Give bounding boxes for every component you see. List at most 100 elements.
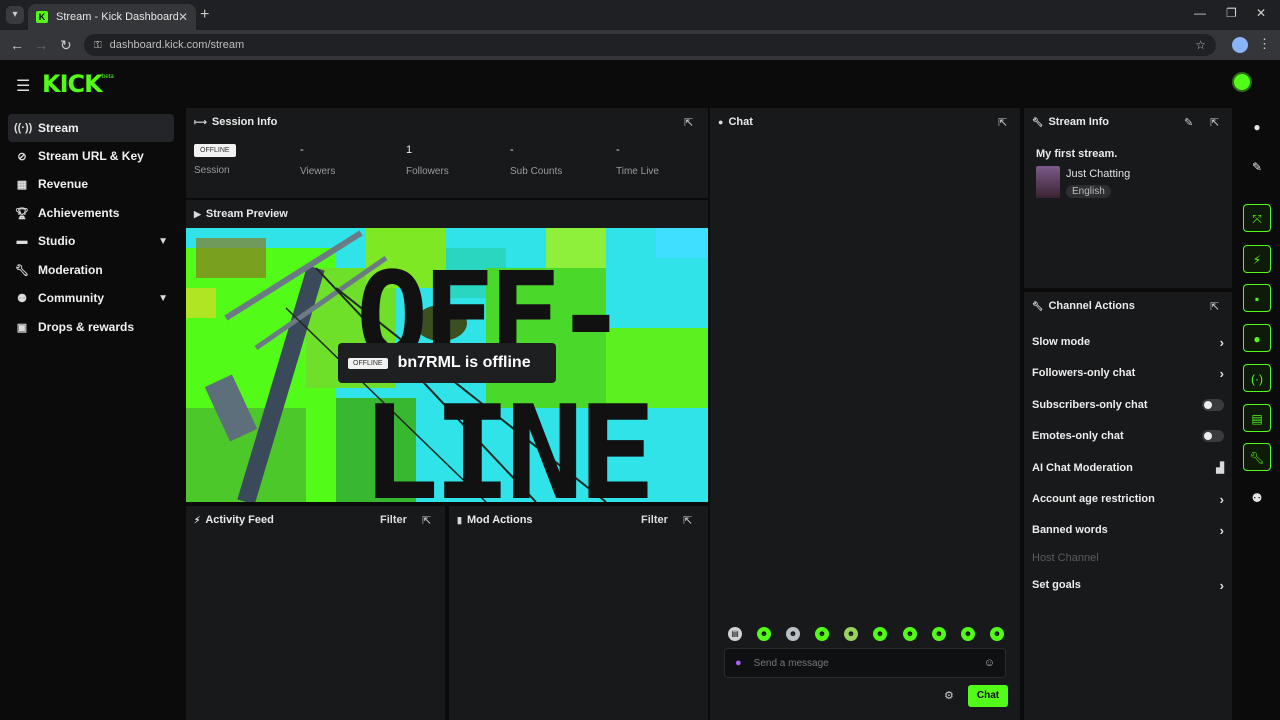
chevron-down-icon: ▼	[158, 292, 168, 304]
action-label: Host Channel	[1032, 552, 1099, 564]
emote-picker-icon[interactable]: ▤	[728, 627, 742, 641]
note-icon[interactable]: ▪	[1243, 284, 1271, 312]
panel-title: Activity Feed	[205, 514, 274, 526]
bolt-icon[interactable]: ⚡︎	[1243, 245, 1271, 273]
emote-icon[interactable]: ☻	[786, 627, 800, 641]
stat-sub-counts: - Sub Counts	[510, 144, 562, 177]
emotes-only-toggle[interactable]	[1202, 430, 1224, 442]
stream-info-panel: 🔧︎ Stream Info ✎ ⇱	[1024, 108, 1232, 288]
chevron-right-icon: ›	[1219, 491, 1224, 507]
sidebar-item-stream-url-key[interactable]: ⊘ Stream URL & Key	[8, 142, 174, 170]
action-host-channel: Host Channel	[1032, 548, 1224, 568]
wrench-icon[interactable]: 🔧︎	[1243, 443, 1271, 471]
back-icon[interactable]: ←	[10, 37, 24, 53]
studio-icon[interactable]: ▤	[1243, 404, 1271, 432]
sidebar-item-label: Achievements	[38, 206, 120, 220]
emote-icon[interactable]: ☻	[990, 627, 1004, 641]
kebab-icon[interactable]: ⋮	[1258, 36, 1271, 52]
popout-icon[interactable]: ⇱	[683, 514, 692, 527]
subscribers-only-toggle[interactable]	[1202, 399, 1224, 411]
session-icon: ⟼	[194, 116, 207, 127]
popout-icon[interactable]: ⇱	[1210, 116, 1219, 129]
gift-icon: ▣	[16, 321, 28, 334]
chat-icon[interactable]: ●	[1243, 324, 1271, 352]
browser-tab[interactable]: K Stream - Kick Dashboard ✕	[28, 4, 196, 30]
sidebar-item-stream[interactable]: ((·)) Stream	[8, 114, 174, 142]
action-label: Account age restriction	[1032, 493, 1155, 505]
url-input[interactable]: ⚿ dashboard.kick.com/stream ☆	[84, 34, 1216, 56]
trophy-icon: 🏆︎	[15, 207, 29, 220]
forward-icon[interactable]: →	[34, 37, 48, 53]
chat-send-button[interactable]: Chat	[968, 685, 1008, 707]
filter-button[interactable]: Filter	[641, 514, 668, 526]
emote-icon[interactable]: ☻	[903, 627, 917, 641]
wrench-icon: 🔧︎	[15, 264, 29, 277]
filter-button[interactable]: Filter	[380, 514, 407, 526]
kick-logo[interactable]: KICK	[42, 70, 103, 98]
kick-favicon-icon: K	[36, 11, 48, 23]
lock-icon[interactable]: ⚿	[94, 40, 102, 51]
sidebar-item-drops-rewards[interactable]: ▣ Drops & rewards	[8, 313, 174, 341]
action-account-age[interactable]: Account age restriction ›	[1032, 489, 1224, 509]
popout-icon[interactable]: ⇱	[1210, 300, 1219, 313]
raid-icon[interactable]: ⤧	[1243, 204, 1271, 232]
broadcast-icon[interactable]: (·)	[1243, 364, 1271, 392]
panel-title: Channel Actions	[1048, 300, 1135, 312]
panel-title: Chat	[728, 116, 753, 128]
pencil-icon[interactable]: ✎	[1243, 153, 1271, 181]
tab-list-icon[interactable]: ▾	[6, 6, 24, 24]
info-icon[interactable]: ●	[1243, 113, 1271, 141]
panel-title: Mod Actions	[466, 514, 533, 526]
sidebar-item-label: Community	[38, 291, 104, 305]
action-banned-words[interactable]: Banned words ›	[1032, 520, 1224, 540]
sidebar-item-moderation[interactable]: 🔧︎ Moderation	[8, 256, 174, 284]
community-icon: ⚉	[17, 292, 27, 305]
emote-icon[interactable]: ☻	[844, 627, 858, 641]
panel-title: Session Info	[211, 116, 278, 128]
minimize-icon[interactable]: —	[1194, 6, 1206, 20]
emote-icon[interactable]: ☻	[757, 627, 771, 641]
microphone-icon[interactable]: ●	[735, 657, 742, 669]
stream-preview-header: ▶ Stream Preview	[186, 200, 708, 228]
action-ai-chat-moderation[interactable]: AI Chat Moderation ▟	[1032, 458, 1224, 478]
user-avatar[interactable]	[1232, 72, 1252, 92]
activity-feed-panel: ⚡︎ Activity Feed Filter ⇱	[186, 506, 445, 720]
action-slow-mode[interactable]: Slow mode ›	[1032, 332, 1224, 352]
community-icon[interactable]: ⚉	[1243, 484, 1271, 512]
sidebar-item-revenue[interactable]: ▦ Revenue	[8, 170, 174, 198]
close-icon[interactable]: ✕	[178, 10, 188, 24]
emote-icon[interactable]: ☻	[932, 627, 946, 641]
stat-value: 1	[406, 144, 413, 156]
studio-icon: ▬	[16, 235, 28, 247]
star-icon[interactable]: ☆	[1195, 38, 1206, 52]
panel-header: ● Chat	[718, 116, 753, 128]
hamburger-menu-icon[interactable]: ☰	[16, 76, 30, 96]
gear-icon[interactable]: ⚙	[944, 689, 954, 702]
plus-icon[interactable]: +	[200, 6, 209, 24]
edit-pencil-icon[interactable]: ✎	[1184, 116, 1193, 129]
category-thumbnail	[1036, 166, 1060, 198]
action-set-goals[interactable]: Set goals ›	[1032, 575, 1224, 595]
popout-icon[interactable]: ⇱	[684, 116, 693, 129]
stream-title: My first stream.	[1036, 148, 1118, 160]
sidebar-item-label: Moderation	[38, 263, 103, 277]
profile-icon[interactable]	[1232, 37, 1248, 53]
stat-value: -	[616, 144, 620, 156]
emoji-icon[interactable]: ☺	[984, 657, 995, 669]
emote-icon[interactable]: ☻	[873, 627, 887, 641]
restore-icon[interactable]: ❐	[1226, 6, 1237, 20]
offline-status-overlay: OFFLINE bn7RML is offline	[338, 343, 556, 383]
popout-icon[interactable]: ⇱	[422, 514, 431, 527]
emote-icon[interactable]: ☻	[961, 627, 975, 641]
action-followers-only[interactable]: Followers-only chat ›	[1032, 363, 1224, 383]
sidebar-item-achievements[interactable]: 🏆︎ Achievements	[8, 199, 174, 227]
chat-message-input[interactable]: ● Send a message ☺	[724, 648, 1006, 678]
stat-session: OFFLINE Session	[194, 144, 236, 176]
emote-icon[interactable]: ☻	[815, 627, 829, 641]
chevron-right-icon: ›	[1219, 334, 1224, 350]
sidebar-item-studio[interactable]: ▬ Studio ▼	[8, 227, 174, 255]
window-close-icon[interactable]: ✕	[1256, 6, 1266, 20]
reload-icon[interactable]: ↻	[60, 37, 72, 54]
sidebar-item-community[interactable]: ⚉ Community ▼	[8, 284, 174, 312]
popout-icon[interactable]: ⇱	[998, 116, 1007, 129]
